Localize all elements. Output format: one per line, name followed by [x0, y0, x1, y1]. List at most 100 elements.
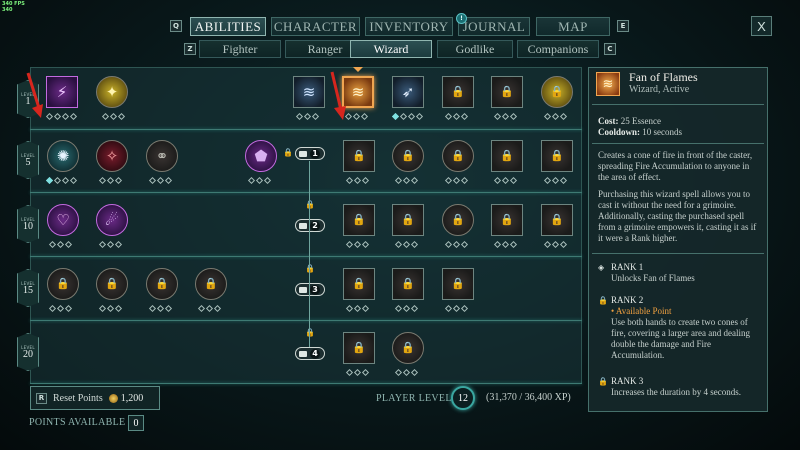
tab-character[interactable]: CHARACTER	[271, 17, 360, 36]
subtab-fighter[interactable]: Fighter	[199, 40, 281, 58]
subtab-godlike[interactable]: Godlike	[437, 40, 513, 58]
lock-icon: 🔒	[401, 213, 415, 226]
reset-cost: 1,200	[120, 392, 144, 404]
rank-requirement-2: 2	[295, 219, 325, 232]
prev-subtab-key[interactable]: Z	[184, 43, 196, 55]
rank-pips	[98, 240, 123, 249]
detail-divider	[592, 143, 764, 144]
skill-locked[interactable]: 🔒	[343, 204, 375, 236]
skill-chain[interactable]: ⚭	[146, 140, 178, 172]
tab-map[interactable]: MAP	[536, 17, 610, 36]
skill-locked[interactable]: 🔒	[442, 204, 474, 236]
tab-abilities[interactable]: ABILITIES	[190, 17, 266, 36]
skill-locked[interactable]: 🔒	[47, 268, 79, 300]
rank-pips	[543, 240, 568, 249]
next-tab-key[interactable]: E	[617, 20, 629, 32]
subtab-wizard[interactable]: Wizard	[350, 40, 432, 58]
points-available-value: 0	[128, 415, 144, 431]
rank-pips	[345, 368, 370, 377]
skill-locked[interactable]: 🔒	[541, 140, 573, 172]
sparkle-icon: ✦	[105, 83, 119, 101]
rank-pips	[394, 176, 419, 185]
skill-minor-blights[interactable]: ✦	[96, 76, 128, 108]
rank-pips	[98, 176, 123, 185]
sigil-icon: ⬟	[254, 147, 268, 165]
fps-value: 340	[2, 7, 13, 13]
comet-icon: ☄	[105, 211, 119, 229]
lock-icon: 🔒	[401, 341, 415, 354]
detail-description: Creates a cone of fire in front of the c…	[598, 150, 753, 182]
row-divider	[30, 383, 582, 384]
skill-arcane-sigil[interactable]: ⬟	[245, 140, 277, 172]
lock-icon: 🔒	[401, 277, 415, 290]
row-divider	[30, 320, 582, 321]
lock-icon: 🔒	[283, 148, 293, 157]
rank-pips	[493, 112, 518, 121]
detail-cooldown: Cooldown: 10 seconds	[598, 127, 683, 137]
skill-locked[interactable]: 🔒	[343, 332, 375, 364]
skill-ray-of-frost[interactable]: ➶	[392, 76, 424, 108]
rank-pips	[394, 304, 419, 313]
skill-locked[interactable]: 🔒	[392, 332, 424, 364]
detail-cost: Cost: 25 Essence	[598, 116, 661, 126]
skill-locked[interactable]: 🔒	[343, 268, 375, 300]
subtab-companions[interactable]: Companions	[517, 40, 599, 58]
detail-title: Fan of Flames	[629, 70, 698, 84]
lightning-icon: ⚡	[56, 83, 68, 101]
close-button[interactable]: X	[751, 16, 772, 36]
skill-locked[interactable]: 🔒	[541, 204, 573, 236]
skill-locked[interactable]: 🔒	[442, 268, 474, 300]
row-divider	[30, 129, 582, 130]
prev-tab-key[interactable]: Q	[170, 20, 182, 32]
rank-pips	[444, 112, 469, 121]
lock-icon: 🔒	[550, 213, 564, 226]
reset-key: R	[36, 392, 47, 404]
skill-locked[interactable]: 🔒	[491, 204, 523, 236]
skill-locked[interactable]: 🔒	[343, 140, 375, 172]
rank-pips	[493, 176, 518, 185]
fps-overlay: 340 FPS 340	[2, 1, 25, 13]
rank-pips	[391, 112, 424, 121]
heart-icon: ♡	[56, 211, 70, 229]
detail-subtitle: Wizard, Active	[629, 84, 690, 95]
lock-icon: 🔒	[204, 277, 218, 290]
skill-locked[interactable]: 🔒	[195, 268, 227, 300]
skill-locked[interactable]: 🔒	[442, 76, 474, 108]
next-subtab-key[interactable]: C	[604, 43, 616, 55]
reset-points-button[interactable]: R Reset Points 1,200	[30, 386, 160, 410]
lock-icon: 🔒	[352, 341, 366, 354]
skill-heart[interactable]: ♡	[47, 204, 79, 236]
skill-arcane-veil[interactable]: ⚡	[46, 76, 78, 108]
fan-of-flames-icon: ≋	[596, 72, 620, 96]
skill-blood-magic[interactable]: ✧	[96, 140, 128, 172]
rank-requirement-1: 1	[295, 147, 325, 160]
skill-comet[interactable]: ☄	[96, 204, 128, 236]
skill-locked[interactable]: 🔒	[491, 76, 523, 108]
rank-pips	[493, 240, 518, 249]
skill-frost-burst[interactable]: ✺	[47, 140, 79, 172]
rank-pips	[247, 176, 272, 185]
rank-requirement-3: 3	[295, 283, 325, 296]
wand-icon: ✧	[105, 147, 119, 165]
tab-inventory[interactable]: INVENTORY	[365, 17, 453, 36]
detail-grimoire-note: Purchasing this wizard spell allows you …	[598, 189, 757, 243]
journal-alert-badge: !	[456, 13, 467, 24]
points-available-label: POINTS AVAILABLE	[29, 417, 126, 428]
level-marker-10: LEVEL 10	[17, 205, 39, 243]
skill-locked[interactable]: 🔒	[146, 268, 178, 300]
book-icon	[299, 222, 307, 229]
row-divider	[30, 256, 582, 257]
selection-caret-icon	[353, 67, 363, 72]
rank-pips	[148, 304, 173, 313]
skill-locked[interactable]: 🔒	[541, 76, 573, 108]
skill-locked[interactable]: 🔒	[96, 268, 128, 300]
tab-journal[interactable]: JOURNAL	[458, 17, 530, 36]
skill-locked[interactable]: 🔒	[442, 140, 474, 172]
skill-locked[interactable]: 🔒	[491, 140, 523, 172]
skill-blast[interactable]: ≋	[293, 76, 325, 108]
player-level-label: PLAYER LEVEL	[376, 393, 452, 404]
red-arrow-annotation	[26, 72, 43, 118]
skill-locked[interactable]: 🔒	[392, 140, 424, 172]
skill-locked[interactable]: 🔒	[392, 268, 424, 300]
skill-locked[interactable]: 🔒	[392, 204, 424, 236]
